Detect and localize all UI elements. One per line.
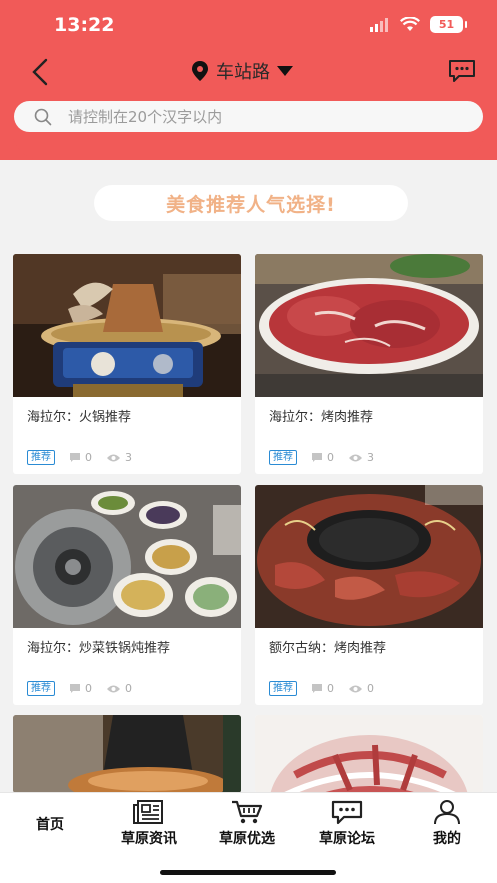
location-label: 车站路 [216, 62, 270, 83]
status-time: 13:22 [54, 14, 115, 36]
card-title: 海拉尔：烤肉推荐 [269, 410, 374, 425]
battery-indicator: 51 [430, 16, 467, 33]
tab-news-label: 草原资讯 [121, 831, 177, 847]
recommend-tag: 推荐 [269, 450, 297, 465]
promo-banner: 美食推荐人气选择! [94, 185, 408, 221]
message-button[interactable] [447, 58, 477, 84]
copper-hotpot-photo [13, 715, 241, 793]
comment-icon [70, 684, 80, 693]
search-input[interactable]: 请控制在20个汉字以内 [14, 101, 483, 132]
tab-profile-label: 我的 [433, 831, 461, 847]
comment-value: 0 [85, 451, 92, 464]
back-button[interactable] [26, 56, 56, 88]
food-card[interactable] [13, 715, 241, 793]
header-curve [12, 130, 485, 160]
comment-icon [312, 684, 322, 693]
food-card[interactable] [255, 715, 483, 793]
eye-icon [107, 685, 120, 692]
wifi-icon [400, 17, 420, 31]
banner-text: 美食推荐人气选择! [166, 193, 336, 216]
tab-home-label: 首页 [36, 817, 64, 833]
view-value: 3 [367, 451, 374, 464]
home-indicator [160, 870, 336, 875]
view-value: 0 [125, 682, 132, 695]
user-icon [434, 800, 460, 825]
card-meta: 推荐 0 0 [27, 681, 132, 696]
view-count: 0 [348, 682, 374, 695]
lamb-slices-photo [255, 715, 483, 793]
comment-icon [312, 453, 322, 462]
view-count: 3 [348, 451, 374, 464]
chat-icon [331, 800, 363, 825]
location-selector[interactable]: 车站路 [190, 58, 294, 84]
tab-forum-label: 草原论坛 [319, 831, 375, 847]
chevron-left-icon [32, 58, 48, 86]
food-card[interactable]: 海拉尔：火锅推荐 推荐 0 3 [13, 254, 241, 474]
food-card[interactable]: 海拉尔：烤肉推荐 推荐 0 3 [255, 254, 483, 474]
comment-count: 0 [69, 682, 92, 695]
tab-home[interactable]: 首页 [5, 811, 95, 834]
location-pin-icon [192, 61, 208, 81]
food-card[interactable]: 额尔古纳：烤肉推荐 推荐 0 0 [255, 485, 483, 705]
comment-value: 0 [327, 451, 334, 464]
card-title: 海拉尔：炒菜铁锅炖推荐 [27, 641, 171, 656]
bbq-meat-photo [255, 254, 483, 397]
comment-icon [70, 453, 80, 462]
view-value: 3 [125, 451, 132, 464]
search-icon [34, 108, 52, 125]
comment-value: 0 [327, 682, 334, 695]
comment-count: 0 [311, 682, 334, 695]
view-value: 0 [367, 682, 374, 695]
tab-mall-label: 草原优选 [219, 831, 275, 847]
card-meta: 推荐 0 0 [269, 681, 374, 696]
card-title: 海拉尔：火锅推荐 [27, 410, 132, 425]
comment-value: 0 [85, 682, 92, 695]
cart-icon [232, 800, 263, 824]
recommend-tag: 推荐 [27, 450, 55, 465]
search-placeholder: 请控制在20个汉字以内 [68, 108, 223, 126]
view-count: 0 [106, 682, 132, 695]
tab-forum[interactable]: 草原论坛 [302, 799, 392, 848]
caret-down-icon [277, 66, 293, 76]
newspaper-icon [133, 800, 163, 824]
food-card[interactable]: 海拉尔：炒菜铁锅炖推荐 推荐 0 0 [13, 485, 241, 705]
signal-icon [370, 17, 388, 32]
tab-news[interactable]: 草原资讯 [104, 799, 194, 848]
chat-icon [449, 60, 475, 82]
comment-count: 0 [69, 451, 92, 464]
card-meta: 推荐 0 3 [27, 450, 132, 465]
recommend-tag: 推荐 [27, 681, 55, 696]
card-title: 额尔古纳：烤肉推荐 [269, 641, 387, 656]
card-meta: 推荐 0 3 [269, 450, 374, 465]
recommend-tag: 推荐 [269, 681, 297, 696]
eye-icon [107, 454, 120, 461]
comment-count: 0 [311, 451, 334, 464]
hotpot-photo [13, 254, 241, 397]
status-icons: 51 [370, 16, 467, 33]
eye-icon [349, 454, 362, 461]
stir-fry-photo [13, 485, 241, 628]
eye-icon [349, 685, 362, 692]
tab-profile[interactable]: 我的 [402, 799, 492, 848]
view-count: 3 [106, 451, 132, 464]
grill-photo [255, 485, 483, 628]
tab-mall[interactable]: 草原优选 [202, 799, 292, 848]
